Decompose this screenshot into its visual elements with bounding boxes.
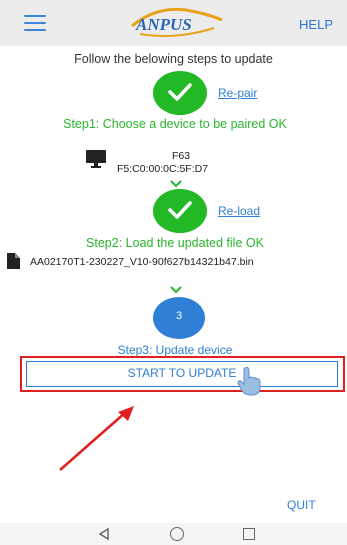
svg-text:ANPUS: ANPUS <box>135 15 192 34</box>
chevron-down-icon <box>170 286 182 294</box>
step1-status-text: Step1: Choose a device to be paired OK <box>63 117 287 131</box>
red-arrow-annotation-icon <box>59 406 134 471</box>
help-button[interactable]: HELP <box>299 17 333 32</box>
monitor-icon <box>86 150 106 168</box>
pointing-hand-icon <box>237 366 261 396</box>
top-app-bar: ANPUS HELP <box>0 0 347 46</box>
hamburger-menu-icon[interactable] <box>24 15 46 31</box>
step2-check-icon <box>153 189 207 233</box>
re-load-link[interactable]: Re-load <box>218 204 260 218</box>
home-icon[interactable] <box>170 527 184 541</box>
file-icon <box>7 253 20 269</box>
system-navigation-bar <box>0 523 347 545</box>
back-icon[interactable] <box>98 528 110 540</box>
step3-status-text: Step3: Update device <box>117 343 233 357</box>
paired-device: F63 F5:C0:00:0C:5F:D7 <box>86 148 286 178</box>
recent-apps-icon[interactable] <box>243 528 255 540</box>
instruction-text: Follow the belowing steps to update <box>74 52 273 66</box>
device-mac-address: F5:C0:00:0C:5F:D7 <box>117 163 209 175</box>
re-pair-link[interactable]: Re-pair <box>218 86 257 100</box>
step3-number: 3 <box>175 310 183 322</box>
start-to-update-button[interactable]: START TO UPDATE <box>26 361 338 387</box>
step1-check-icon <box>153 71 207 115</box>
chevron-down-icon <box>170 180 182 188</box>
update-file-name: AA02170T1-230227_V10-90f627b14321b47.bin <box>30 256 254 268</box>
quit-button[interactable]: QUIT <box>287 498 316 512</box>
step2-status-text: Step2: Load the updated file OK <box>86 236 264 250</box>
app-logo: ANPUS <box>131 7 223 37</box>
device-name: F63 <box>172 150 191 162</box>
step3-indicator: 3 <box>153 297 205 339</box>
